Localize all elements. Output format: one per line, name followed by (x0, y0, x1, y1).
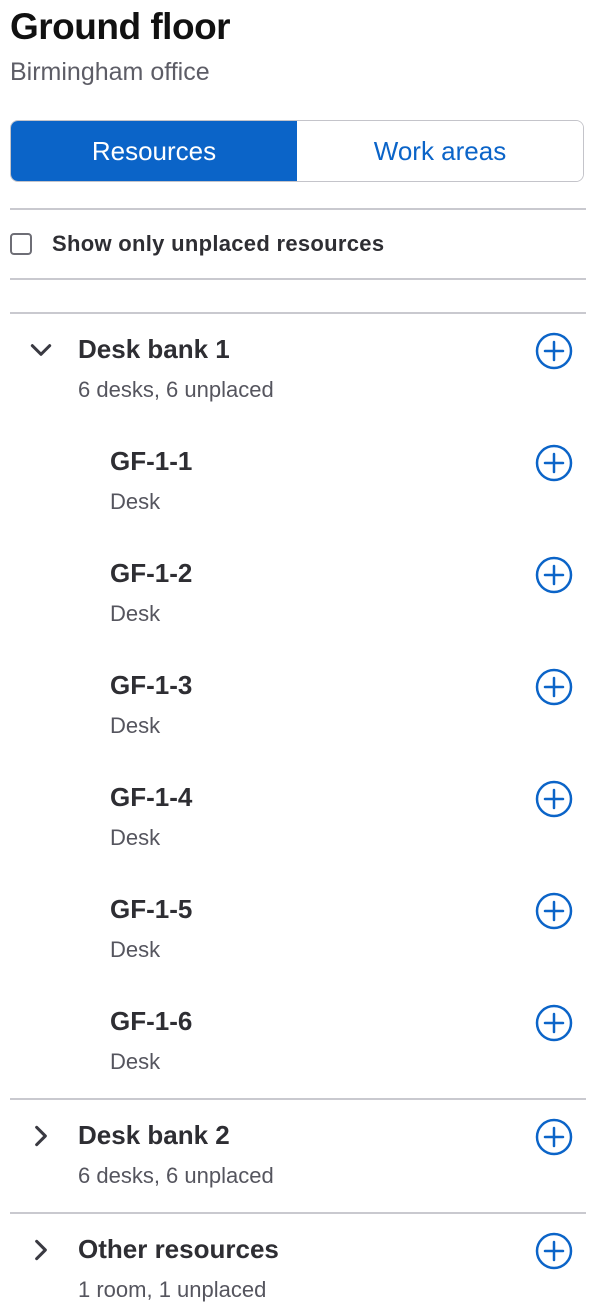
tab-work-areas[interactable]: Work areas (297, 121, 583, 181)
unplaced-filter-label: Show only unplaced resources (52, 231, 385, 256)
unplaced-filter[interactable]: Show only unplaced resources (10, 231, 384, 257)
item-type: Desk (110, 1049, 161, 1074)
group-summary: 6 desks, 6 unplaced (78, 1163, 274, 1188)
divider (10, 278, 586, 280)
group-title[interactable]: Desk bank 1 (78, 334, 230, 365)
divider (10, 1098, 586, 1100)
add-circle-icon[interactable] (534, 555, 574, 595)
item-type: Desk (110, 713, 161, 738)
view-toggle: Resources Work areas (10, 120, 584, 182)
group-title[interactable]: Desk bank 2 (78, 1120, 230, 1151)
chevron-down-icon[interactable] (28, 337, 54, 363)
divider (10, 208, 586, 210)
add-circle-icon[interactable] (534, 1117, 574, 1157)
add-circle-icon[interactable] (534, 331, 574, 371)
group-title[interactable]: Other resources (78, 1234, 279, 1265)
page-title: Ground floor (10, 6, 231, 47)
chevron-right-icon[interactable] (28, 1237, 54, 1263)
add-circle-icon[interactable] (534, 779, 574, 819)
divider (10, 312, 586, 314)
add-circle-icon[interactable] (534, 1003, 574, 1043)
item-type: Desk (110, 825, 161, 850)
item-name: GF-1-4 (110, 782, 193, 812)
item-type: Desk (110, 489, 161, 514)
item-type: Desk (110, 937, 161, 962)
unplaced-checkbox[interactable] (10, 233, 32, 255)
item-name: GF-1-6 (110, 1006, 193, 1036)
item-name: GF-1-5 (110, 894, 193, 924)
item-name: GF-1-2 (110, 558, 193, 588)
tab-resources[interactable]: Resources (11, 121, 297, 181)
add-circle-icon[interactable] (534, 1231, 574, 1271)
group-summary: 6 desks, 6 unplaced (78, 377, 274, 402)
group-summary: 1 room, 1 unplaced (78, 1277, 267, 1302)
add-circle-icon[interactable] (534, 443, 574, 483)
item-name: GF-1-1 (110, 446, 193, 476)
divider (10, 1212, 586, 1214)
item-name: GF-1-3 (110, 670, 193, 700)
item-type: Desk (110, 601, 161, 626)
chevron-right-icon[interactable] (28, 1123, 54, 1149)
add-circle-icon[interactable] (534, 667, 574, 707)
page-subtitle: Birmingham office (10, 58, 210, 86)
add-circle-icon[interactable] (534, 891, 574, 931)
